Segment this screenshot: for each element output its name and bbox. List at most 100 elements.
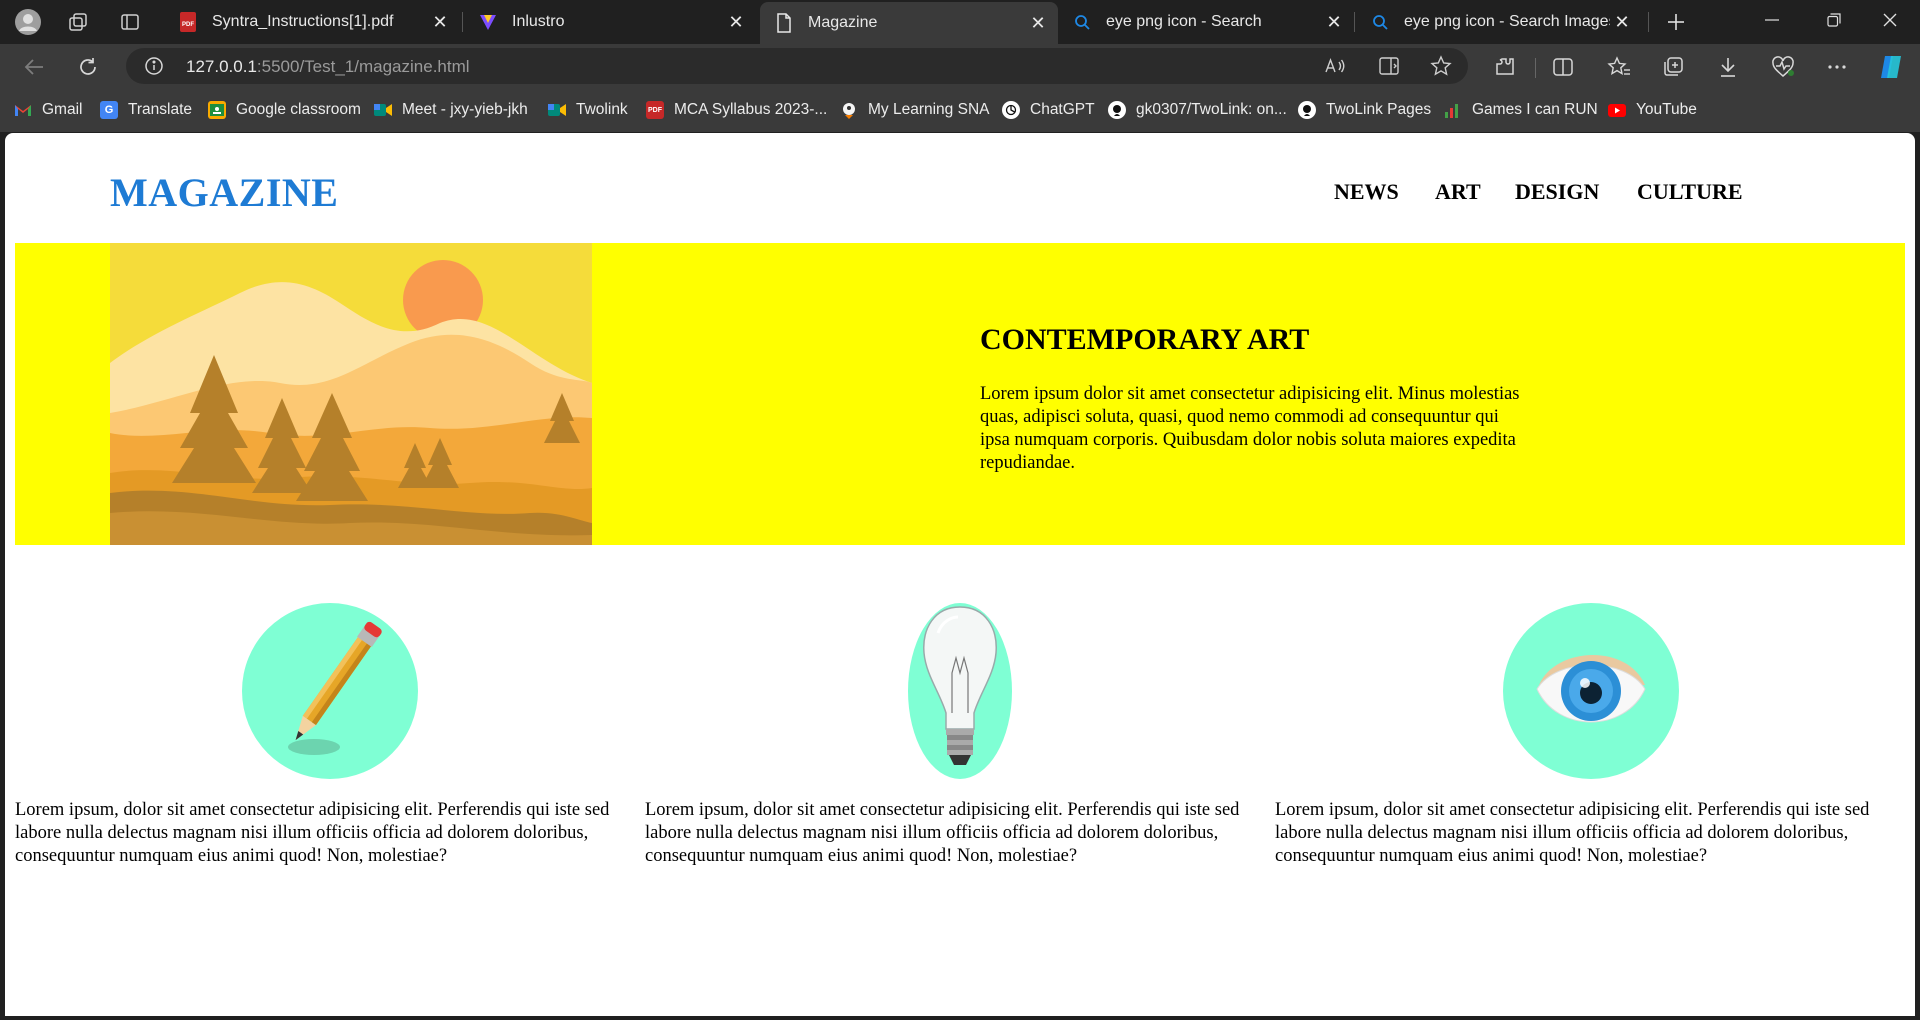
search-icon xyxy=(1072,12,1092,32)
bookmark-gmail[interactable]: Gmail xyxy=(14,98,82,122)
bookmark-label: Twolink xyxy=(576,101,628,118)
url-path: :5500/Test_1/magazine.html xyxy=(256,57,470,76)
site-info-icon[interactable] xyxy=(144,56,164,76)
close-window-icon[interactable] xyxy=(1862,0,1918,40)
tab-separator xyxy=(462,12,463,32)
tab-title: eye png icon - Search Images xyxy=(1404,13,1610,30)
read-aloud-icon[interactable] xyxy=(1322,54,1348,78)
bookmarks-bar: Gmail G Translate Google classroom Meet -… xyxy=(0,88,1920,132)
meet-icon xyxy=(548,101,566,119)
bookmark-twolink-pages[interactable]: TwoLink Pages xyxy=(1298,98,1431,122)
bookmark-meet[interactable]: Meet - jxy-yieb-jkh xyxy=(374,98,528,122)
collections-icon[interactable] xyxy=(1658,52,1688,82)
back-arrow-icon[interactable] xyxy=(16,50,52,84)
youtube-icon xyxy=(1608,101,1626,119)
bookmark-my-learning[interactable]: My Learning SNA xyxy=(840,98,989,122)
workspaces-icon[interactable] xyxy=(62,6,94,38)
address-bar-row: 127.0.0.1:5500/Test_1/magazine.html xyxy=(0,44,1920,88)
bookmark-label: gk0307/TwoLink: on... xyxy=(1136,101,1287,118)
hero-title: CONTEMPORARY ART xyxy=(980,323,1310,356)
tab-title: Magazine xyxy=(808,14,878,31)
search-icon xyxy=(1370,12,1390,32)
tab-actions-icon[interactable] xyxy=(114,6,146,38)
page-icon xyxy=(774,13,794,33)
tab-inlustro[interactable]: Inlustro ✕ xyxy=(464,4,756,40)
bookmark-chatgpt[interactable]: ChatGPT xyxy=(1002,98,1095,122)
games-icon xyxy=(1444,101,1462,119)
url-text: 127.0.0.1:5500/Test_1/magazine.html xyxy=(186,57,470,77)
nav-art[interactable]: ART xyxy=(1435,179,1481,205)
close-icon[interactable]: ✕ xyxy=(1026,11,1050,35)
bookmark-twolink[interactable]: Twolink xyxy=(548,98,628,122)
bookmark-translate[interactable]: G Translate xyxy=(100,98,192,122)
bookmark-label: ChatGPT xyxy=(1030,101,1095,118)
bookmark-label: Meet - jxy-yieb-jkh xyxy=(402,101,528,118)
pdf-icon: PDF xyxy=(646,101,664,119)
tab-magazine[interactable]: Magazine ✕ xyxy=(760,2,1058,44)
bookmark-label: MCA Syllabus 2023-... xyxy=(674,101,828,118)
bookmark-label: Google classroom xyxy=(236,101,361,118)
pdf-icon: PDF xyxy=(178,12,198,32)
bookmark-label: Gmail xyxy=(42,101,83,118)
feature-text: Lorem ipsum, dolor sit amet consectetur … xyxy=(15,800,610,866)
downloads-icon[interactable] xyxy=(1713,52,1743,82)
nav-design[interactable]: DESIGN xyxy=(1515,179,1599,205)
tab-search-images[interactable]: eye png icon - Search Images ✕ xyxy=(1356,4,1642,40)
close-icon[interactable]: ✕ xyxy=(428,10,452,34)
tab-search[interactable]: eye png icon - Search ✕ xyxy=(1058,4,1354,40)
nav-culture[interactable]: CULTURE xyxy=(1637,179,1743,205)
bookmark-mca-syllabus[interactable]: PDF MCA Syllabus 2023-... xyxy=(646,98,827,122)
address-field[interactable]: 127.0.0.1:5500/Test_1/magazine.html xyxy=(126,48,1468,84)
refresh-icon[interactable] xyxy=(70,50,106,84)
bookmark-youtube[interactable]: YouTube xyxy=(1608,98,1697,122)
copilot-icon[interactable] xyxy=(1876,52,1906,82)
bookmark-label: YouTube xyxy=(1636,101,1697,118)
svg-text:PDF: PDF xyxy=(182,22,194,28)
github-icon xyxy=(1298,101,1316,119)
bookmark-games[interactable]: Games I can RUN xyxy=(1444,98,1598,122)
minimize-icon[interactable] xyxy=(1744,0,1800,40)
more-options-icon[interactable] xyxy=(1822,52,1852,82)
profile-avatar-icon[interactable] xyxy=(12,6,44,38)
immersive-reader-icon[interactable] xyxy=(1376,54,1402,78)
chatgpt-icon xyxy=(1002,101,1020,119)
favorite-star-icon[interactable] xyxy=(1428,54,1454,78)
tab-title: Syntra_Instructions[1].pdf xyxy=(212,13,394,30)
tab-bar: PDF Syntra_Instructions[1].pdf ✕ Inlustr… xyxy=(0,0,1920,44)
learning-icon xyxy=(840,101,858,119)
url-host: 127.0.0.1 xyxy=(186,57,257,76)
nav-news[interactable]: NEWS xyxy=(1334,179,1399,205)
favorites-icon[interactable] xyxy=(1604,52,1634,82)
close-icon[interactable]: ✕ xyxy=(1610,10,1634,34)
site-logo[interactable]: MAGAZINE xyxy=(110,169,338,216)
browser-essentials-icon[interactable] xyxy=(1768,52,1798,82)
translate-icon: G xyxy=(100,101,118,119)
bookmark-classroom[interactable]: Google classroom xyxy=(208,98,361,122)
bookmark-label: My Learning SNA xyxy=(868,101,990,118)
new-tab-button[interactable] xyxy=(1660,6,1692,38)
close-icon[interactable]: ✕ xyxy=(1322,10,1346,34)
tab-title: eye png icon - Search xyxy=(1106,13,1262,30)
bookmark-github-twolink[interactable]: gk0307/TwoLink: on... xyxy=(1108,98,1287,122)
tab-separator xyxy=(1648,12,1649,32)
close-icon[interactable]: ✕ xyxy=(724,10,748,34)
bookmark-label: Games I can RUN xyxy=(1472,101,1598,118)
inlustro-logo-icon xyxy=(478,12,498,32)
feature-text: Lorem ipsum, dolor sit amet consectetur … xyxy=(645,800,1240,866)
hero-landscape-image xyxy=(110,243,592,545)
eye-icon xyxy=(1503,603,1679,779)
extensions-icon[interactable] xyxy=(1490,52,1520,82)
hero-text: Lorem ipsum dolor sit amet consectetur a… xyxy=(980,384,1520,473)
tab-pdf[interactable]: PDF Syntra_Instructions[1].pdf ✕ xyxy=(164,4,460,40)
gmail-icon xyxy=(14,101,32,119)
restore-icon[interactable] xyxy=(1806,0,1862,40)
tab-title: Inlustro xyxy=(512,13,565,30)
page-viewport: MAGAZINE NEWS ART DESIGN CULTURE CONTEMP… xyxy=(5,133,1915,1016)
split-screen-icon[interactable] xyxy=(1548,52,1578,82)
feature-text: Lorem ipsum, dolor sit amet consectetur … xyxy=(1275,800,1870,866)
pencil-icon xyxy=(242,603,418,779)
meet-icon xyxy=(374,101,392,119)
classroom-icon xyxy=(208,101,226,119)
tab-separator xyxy=(1354,12,1355,32)
hero-banner: CONTEMPORARY ART Lorem ipsum dolor sit a… xyxy=(15,243,1905,545)
